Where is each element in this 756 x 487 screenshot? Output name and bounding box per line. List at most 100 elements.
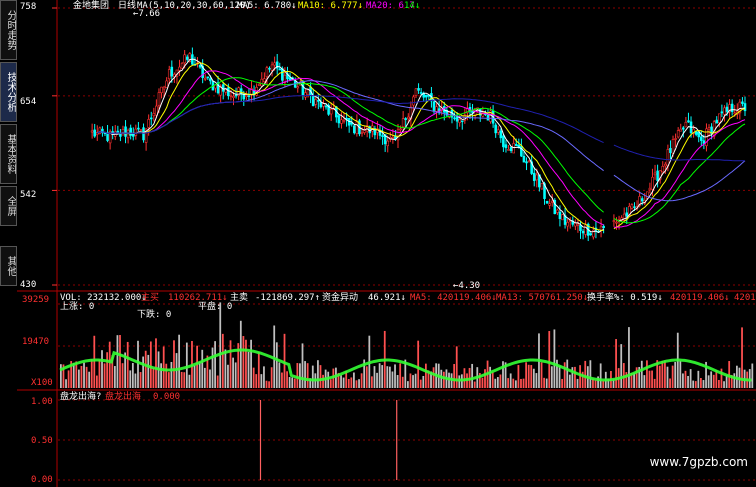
volume-bar: [219, 302, 222, 388]
candle-body: [540, 183, 544, 190]
candle-body: [121, 128, 125, 136]
volume-bar: [358, 379, 360, 388]
vol-ma5-value: MA5: 420119.406↓: [410, 293, 497, 303]
candle-body: [152, 113, 156, 117]
volume-bar: [301, 343, 304, 388]
volume-bar: [224, 349, 227, 388]
candle-body: [296, 86, 300, 89]
candle-body: [319, 102, 323, 108]
volume-bar: [442, 371, 445, 388]
volume-bar: [160, 363, 163, 388]
volume-bar: [710, 371, 713, 388]
volume-bar: [119, 335, 121, 388]
volume-bar: [473, 381, 476, 388]
candle-body: [414, 88, 418, 96]
volume-bar: [239, 320, 242, 388]
volume-bar: [532, 368, 535, 388]
candle-body: [180, 62, 184, 69]
volume-bar: [90, 359, 93, 388]
up-count: 上涨: 0: [60, 302, 95, 312]
volume-bar: [162, 346, 165, 388]
volume-bar: [394, 364, 396, 388]
volume-bar: [661, 360, 664, 388]
ma-line-10: [97, 62, 746, 231]
volume-bar: [75, 361, 78, 388]
volume-bar: [563, 362, 566, 388]
price-tick-542: 542: [20, 190, 37, 200]
volume-bar: [399, 363, 402, 388]
candle-body: [209, 78, 212, 82]
volume-bar: [682, 373, 684, 388]
volume-bar: [129, 370, 132, 388]
volume-bar: [93, 335, 96, 388]
volume-bar: [232, 357, 234, 388]
volume-bar: [188, 374, 191, 388]
volume-bar: [664, 360, 666, 388]
volume-bar: [257, 352, 260, 388]
candle-body: [337, 115, 341, 124]
candle-body: [460, 120, 464, 123]
candle-body: [507, 149, 510, 151]
low-annotation: ←4.30: [453, 281, 481, 291]
volume-bar: [697, 370, 700, 388]
volume-bar: [669, 378, 671, 388]
tab-other[interactable]: 其他: [0, 246, 17, 286]
volume-bar: [165, 363, 168, 388]
candle-body: [496, 129, 500, 133]
volume-bar: [193, 365, 196, 388]
candle-body: [514, 144, 518, 146]
volume-bar: [540, 362, 543, 388]
candle-body: [203, 77, 207, 80]
tab-technical-analysis[interactable]: 技术分析: [0, 62, 17, 122]
volume-bar: [553, 329, 556, 388]
volume-bar: [77, 369, 80, 388]
volume-bar: [281, 372, 283, 388]
candle-body: [157, 92, 161, 106]
candle-body: [391, 136, 395, 139]
stock-name: 金地集团: [73, 1, 110, 11]
volume-bar: [666, 366, 669, 388]
volume-bar: [648, 370, 651, 388]
volume-bar: [525, 362, 528, 388]
candle-body: [273, 62, 276, 66]
volume-bar: [589, 360, 592, 388]
candle-body: [162, 86, 166, 90]
candle-body: [707, 127, 711, 130]
candle-body: [548, 203, 551, 206]
candle-body: [486, 114, 490, 121]
candle-body: [700, 136, 703, 141]
volume-bar: [209, 369, 211, 388]
main-sell-label: 主卖: [230, 293, 249, 303]
volume-bar: [198, 361, 201, 388]
volume-bar: [509, 373, 512, 388]
volume-bar: [733, 373, 736, 388]
watermark: www.7gpzb.com: [649, 455, 748, 469]
volume-bar: [530, 365, 533, 388]
candle-body: [170, 66, 174, 77]
candle-body: [666, 149, 670, 167]
candle-body: [142, 127, 145, 141]
volume-bar: [178, 334, 181, 388]
candle-body: [664, 163, 667, 167]
volume-bar: [725, 375, 728, 388]
volume-bar: [463, 368, 466, 388]
volume-bar: [561, 378, 563, 388]
volume-bar: [700, 378, 702, 388]
volume-bar: [270, 367, 273, 388]
stock-chart[interactable]: [0, 0, 756, 487]
tab-fullscreen[interactable]: 全屏: [0, 186, 17, 226]
candle-body: [185, 56, 189, 60]
volume-bar: [401, 376, 404, 388]
volume-bar: [643, 375, 646, 388]
tab-intraday[interactable]: 分时走势: [0, 0, 17, 60]
candle-body: [232, 96, 235, 98]
candle-body: [301, 80, 305, 96]
volume-bar: [566, 359, 569, 388]
tab-fundamentals[interactable]: 基本资料: [0, 124, 17, 184]
volume-bar: [494, 378, 497, 388]
volume-bar: [72, 362, 75, 388]
volume-bar: [311, 365, 314, 388]
candle-body: [260, 78, 264, 87]
volume-bar: [250, 339, 252, 388]
candle-body: [455, 116, 459, 122]
